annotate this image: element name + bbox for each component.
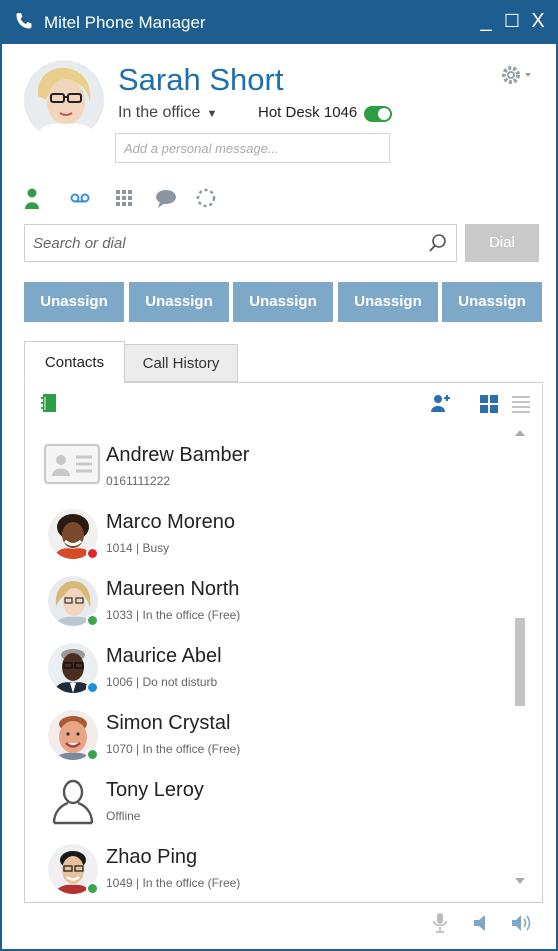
personal-message-input[interactable] [115,133,390,163]
contact-name: Tony Leroy [106,779,204,801]
search-box [24,224,457,262]
contact-row[interactable]: Maurice Abel 1006 | Do not disturb [40,643,500,709]
contact-detail: 1070 | In the office (Free) [106,742,241,756]
presence-label: In the office [118,104,201,121]
title-bar: Mitel Phone Manager _ ☐ X [0,0,558,44]
contact-name: Marco Moreno [106,511,235,533]
search-icon[interactable] [428,233,448,253]
contact-detail: 0161111222 [106,474,171,488]
speaker-icon[interactable] [472,912,492,934]
phone-icon [16,13,32,29]
contact-name: Zhao Ping [106,846,198,868]
window-title: Mitel Phone Manager [44,13,206,32]
contacts-person-icon[interactable] [24,186,48,210]
tab-contacts[interactable]: Contacts [24,341,125,383]
contact-row[interactable]: Maureen North 1033 | In the office (Free… [40,576,500,642]
hotdesk-toggle[interactable] [364,106,392,122]
contact-name: Maurice Abel [106,645,222,667]
minimize-button[interactable]: _ [474,8,498,34]
address-book-icon[interactable] [38,392,60,414]
contact-row[interactable]: Zhao Ping 1049 | In the office (Free) [40,844,500,910]
hotdesk-label: Hot Desk 1046 [258,104,358,121]
status-dot [86,748,99,761]
caret-down-icon: ▼ [206,108,218,120]
close-button[interactable]: X [526,8,550,34]
contact-detail: 1033 | In the office (Free) [106,608,241,622]
microphone-icon[interactable] [430,912,450,934]
contact-detail: 1014 | Busy [106,541,170,555]
status-dot [86,882,99,895]
user-name: Sarah Short [118,62,284,97]
status-dot [86,681,99,694]
status-dot [86,614,99,627]
dialpad-icon[interactable] [112,186,136,210]
scroll-up-arrow-icon[interactable] [514,428,526,438]
chat-icon[interactable] [154,186,178,210]
user-avatar[interactable] [24,60,104,140]
dial-button[interactable]: Dial [465,224,539,262]
contact-detail: Offline [106,809,141,823]
loading-spinner-icon[interactable] [194,186,218,210]
status-dot [86,547,99,560]
speed-button-1[interactable]: Unassign [24,282,124,322]
contact-detail: 1049 | In the office (Free) [106,876,241,890]
contact-row[interactable]: Marco Moreno 1014 | Busy [40,509,500,575]
list-view-icon[interactable] [510,393,532,415]
search-input[interactable] [25,225,420,261]
speed-button-2[interactable]: Unassign [129,282,229,322]
grid-view-icon[interactable] [478,393,500,415]
volume-icon[interactable] [510,912,534,934]
add-contact-icon[interactable] [430,392,452,414]
voicemail-icon[interactable] [68,186,92,210]
contact-card-icon [44,444,100,484]
speed-button-4[interactable]: Unassign [338,282,438,322]
tab-call-history[interactable]: Call History [125,344,238,382]
contact-row[interactable]: Simon Crystal 1070 | In the office (Free… [40,710,500,776]
speed-button-3[interactable]: Unassign [233,282,333,322]
contact-name: Andrew Bamber [106,444,250,466]
scrollbar-thumb[interactable] [515,618,525,706]
contact-name: Simon Crystal [106,712,231,734]
person-outline-icon [48,777,98,827]
maximize-button[interactable]: ☐ [500,8,524,34]
contact-detail: 1006 | Do not disturb [106,675,218,689]
contact-row[interactable]: Tony Leroy Offline [40,777,500,843]
contact-row[interactable]: Andrew Bamber 0161111222 [40,442,500,508]
gear-icon[interactable] [500,64,534,86]
speed-button-5[interactable]: Unassign [442,282,542,322]
scroll-down-arrow-icon[interactable] [514,876,526,886]
presence-dropdown[interactable]: In the office ▼ [118,104,217,122]
contact-name: Maureen North [106,578,240,600]
